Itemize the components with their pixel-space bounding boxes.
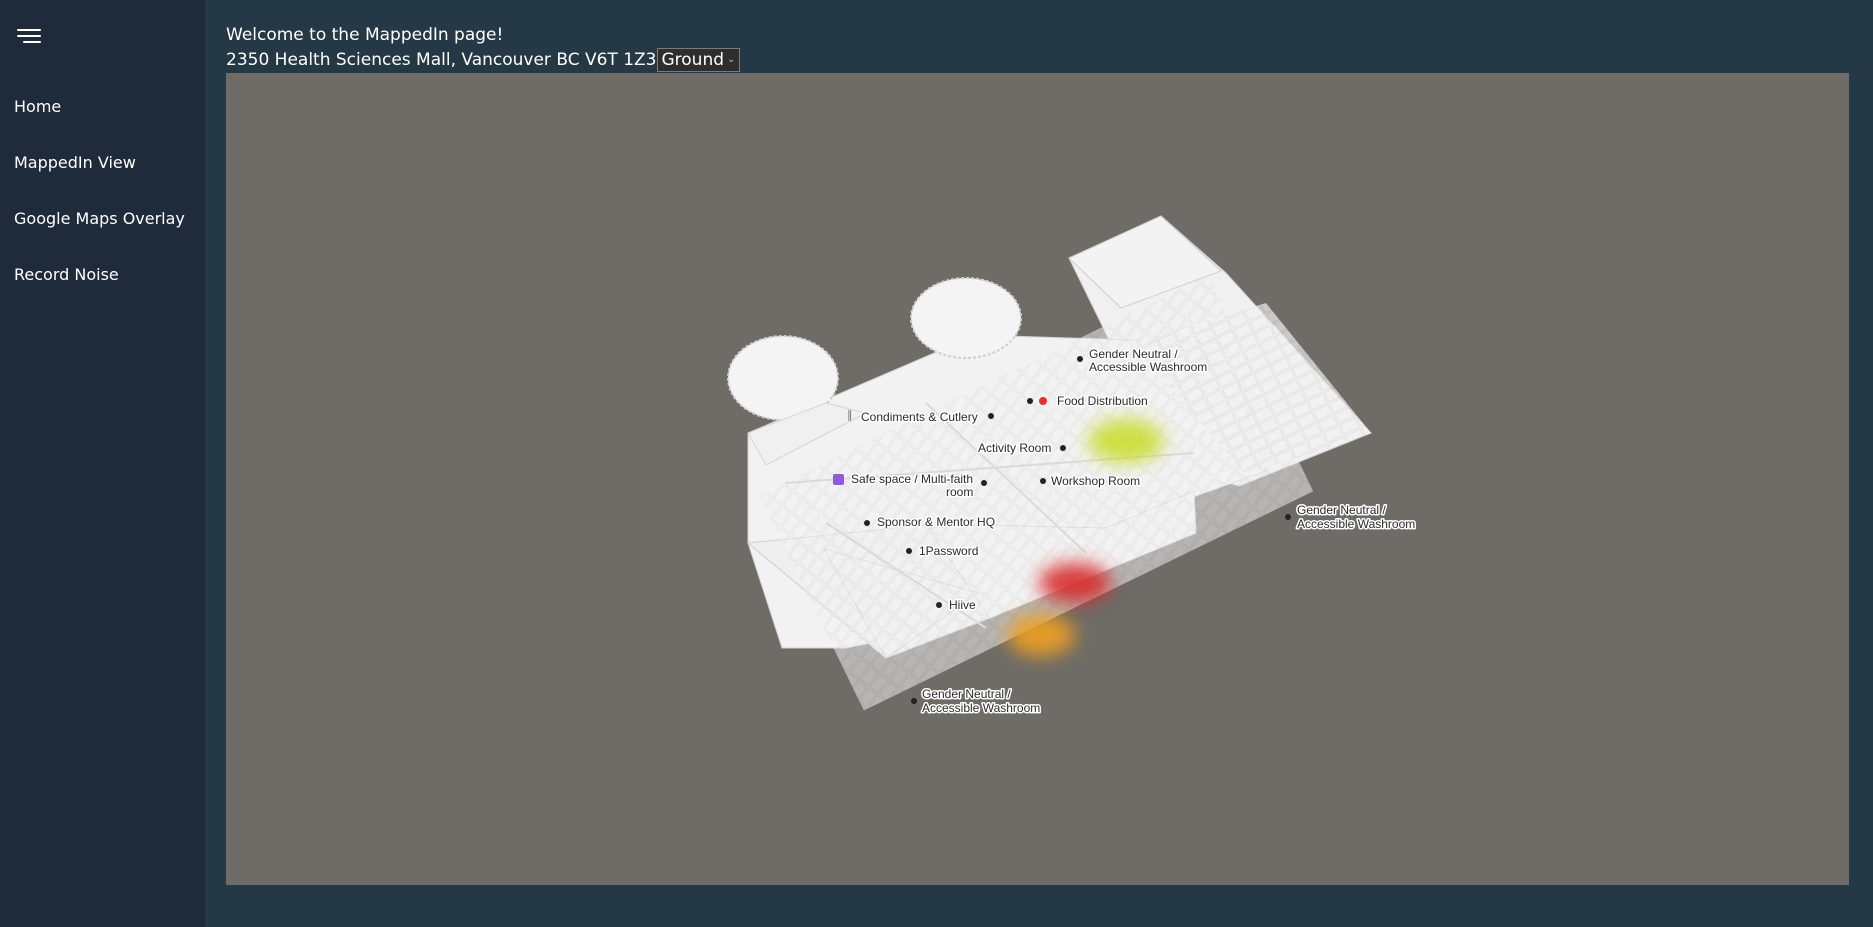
hamburger-icon[interactable] <box>17 27 43 47</box>
address-text: 2350 Health Sciences Mall, Vancouver BC … <box>226 50 657 70</box>
sidebar-item-mappedin-view[interactable]: MappedIn View <box>14 152 185 208</box>
label-food-distribution: Food Distribution <box>1057 394 1148 408</box>
floor-plan[interactable]: ‖ Gender Neutral / Accessible Washroom F… <box>226 73 1849 885</box>
label-accessible-washroom-1: Accessible Washroom <box>1089 360 1207 374</box>
welcome-text: Welcome to the MappedIn page! <box>226 25 504 45</box>
prayer-icon <box>833 474 844 485</box>
page-header: Welcome to the MappedIn page! 2350 Healt… <box>226 24 741 72</box>
map-marker[interactable] <box>911 698 917 704</box>
map-marker[interactable] <box>1027 398 1033 404</box>
label-gender-neutral-1: Gender Neutral / <box>1089 347 1178 361</box>
heat-blob-medium <box>1007 614 1075 656</box>
heat-blob-high <box>1039 563 1111 603</box>
map-marker[interactable] <box>1060 445 1066 451</box>
label-hiive: Hiive <box>949 598 976 612</box>
map-marker[interactable] <box>1077 356 1083 362</box>
label-sponsor-mentor-hq: Sponsor & Mentor HQ <box>877 515 995 529</box>
map-marker[interactable] <box>988 413 994 419</box>
sidebar: Home MappedIn View Google Maps Overlay R… <box>0 0 205 927</box>
label-condiments-cutlery: Condiments & Cutlery <box>861 410 978 424</box>
label-accessible-washroom-3: Accessible Washroom <box>922 701 1040 715</box>
cutlery-icon: ‖ <box>847 408 853 421</box>
sidebar-item-record-noise[interactable]: Record Noise <box>14 264 185 320</box>
food-icon <box>1039 397 1047 405</box>
label-1password: 1Password <box>919 544 978 558</box>
sidebar-item-google-maps-overlay[interactable]: Google Maps Overlay <box>14 208 185 264</box>
map-marker[interactable] <box>906 548 912 554</box>
sidebar-nav: Home MappedIn View Google Maps Overlay R… <box>14 96 185 320</box>
map-marker[interactable] <box>936 602 942 608</box>
map-marker[interactable] <box>1040 478 1046 484</box>
sidebar-item-home[interactable]: Home <box>14 96 185 152</box>
map-marker[interactable] <box>981 480 987 486</box>
label-gender-neutral-3: Gender Neutral / <box>922 687 1011 701</box>
chevron-down-icon: ⌄ <box>727 54 736 65</box>
label-gender-neutral-2: Gender Neutral / <box>1297 503 1386 517</box>
label-workshop-room: Workshop Room <box>1051 474 1140 488</box>
map-view[interactable]: ‖ Gender Neutral / Accessible Washroom F… <box>226 73 1849 885</box>
map-marker[interactable] <box>864 520 870 526</box>
heat-blob-low <box>1088 419 1164 463</box>
floor-select[interactable]: Ground ⌄ <box>657 48 741 72</box>
label-accessible-washroom-2: Accessible Washroom <box>1297 517 1415 531</box>
label-safe-space-room: room <box>946 485 973 499</box>
label-activity-room: Activity Room <box>978 441 1051 455</box>
map-marker[interactable] <box>1285 514 1291 520</box>
label-safe-space: Safe space / Multi-faith <box>851 472 973 486</box>
floor-select-value: Ground <box>661 50 725 70</box>
